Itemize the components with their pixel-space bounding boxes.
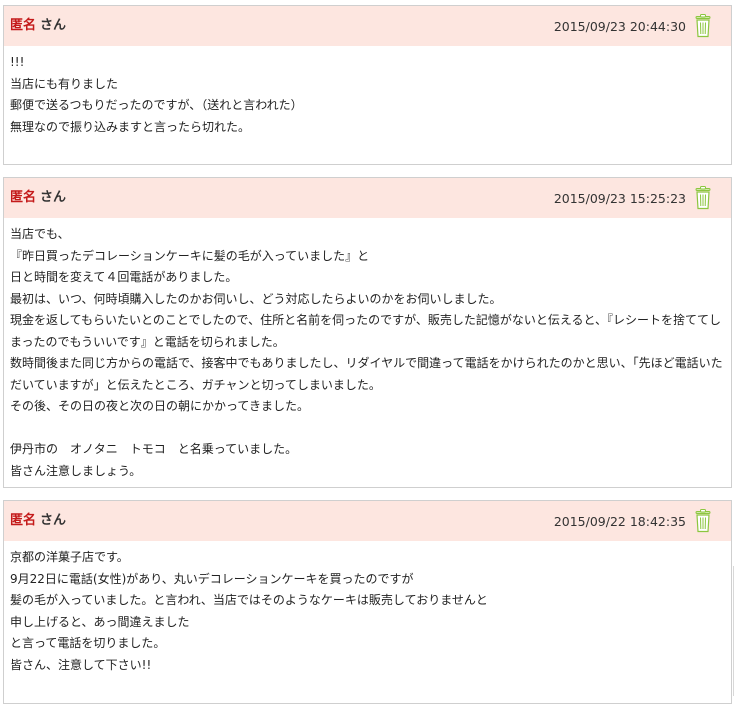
post-header: 匿名 さん 2015/09/22 18:42:35 <box>4 501 731 541</box>
author-suffix: さん <box>40 513 67 528</box>
post-line: 『昨日買ったデコレーションケーキに髪の毛が入っていました』と <box>10 248 370 263</box>
author-suffix: さん <box>40 190 67 205</box>
author-label: 匿名 さん <box>10 17 66 35</box>
post-line: 郵便で送るつもりだったのですが、（送れと言われた） <box>10 98 303 112</box>
post-line: 無理なので振り込みますと言ったら切れた。 <box>10 119 251 134</box>
post-line-blank <box>10 418 725 440</box>
post-line: 皆さん注意しましょう。 <box>10 463 142 478</box>
post-line: 最初は、いつ、何時頃購入したのかお伺いし、どう対応したらよいのかをお伺いしました… <box>10 291 502 306</box>
author-suffix: さん <box>40 18 67 33</box>
post-body: 京都の洋菓子店です。 9月22日に電話(女性)があり、丸いデコレーションケーキを… <box>4 541 731 684</box>
post-header: 匿名 さん 2015/09/23 15:25:23 <box>4 178 731 218</box>
post-line: 当店でも、 <box>10 227 70 241</box>
post-line: 9月22日に電話(女性)があり、丸いデコレーションケーキを買ったのですが <box>10 571 414 586</box>
post-line: 数時間後また同じ方からの電話で、接客中でもありましたし、リダイヤルで間違って電話… <box>10 356 723 392</box>
page-edge-divider <box>733 566 737 696</box>
post-timestamp: 2015/09/22 18:42:35 <box>553 514 686 529</box>
post-body: 当店でも、 『昨日買ったデコレーションケーキに髪の毛が入っていました』と 日と時… <box>4 218 731 490</box>
post-timestamp: 2015/09/23 15:25:23 <box>553 191 686 206</box>
post-line: 京都の洋菓子店です。 <box>10 550 129 564</box>
post-line: !!! <box>10 55 25 69</box>
author-label: 匿名 さん <box>10 512 66 530</box>
post-line: 現金を返してもらいたいとのことでしたので、住所と名前を伺ったのですが、販売した記… <box>10 313 722 349</box>
post-card: 匿名 さん 2015/09/23 15:25:23 当店でも、 『昨日買ったデコレ… <box>3 177 732 488</box>
post-line: 皆さん、注意して下さい!! <box>10 657 152 672</box>
post-line: 日と時間を変えて４回電話がありました。 <box>10 270 238 284</box>
author-name: 匿名 <box>10 190 37 205</box>
post-card: 匿名 さん 2015/09/23 20:44:30 !!! 当店にも有りました 郵… <box>3 5 732 165</box>
trash-icon[interactable] <box>693 14 713 38</box>
post-timestamp: 2015/09/23 20:44:30 <box>553 19 686 34</box>
author-name: 匿名 <box>10 513 37 528</box>
post-header: 匿名 さん 2015/09/23 20:44:30 <box>4 6 731 46</box>
post-line: 髪の毛が入っていました。と言われ、当店ではそのようなケーキは販売しておりませんと <box>10 593 488 607</box>
post-body: !!! 当店にも有りました 郵便で送るつもりだったのですが、（送れと言われた） … <box>4 46 731 146</box>
post-line: 当店にも有りました <box>10 76 119 91</box>
post-line: その後、その日の夜と次の日の朝にかかってきました。 <box>10 399 310 413</box>
author-label: 匿名 さん <box>10 189 66 207</box>
post-line: 申し上げると、あっ間違えました <box>10 614 190 629</box>
trash-icon[interactable] <box>693 509 713 533</box>
author-name: 匿名 <box>10 18 37 33</box>
post-line: 伊丹市の オノタニ トモコ と名乗っていました。 <box>10 442 298 456</box>
post-card: 匿名 さん 2015/09/22 18:42:35 京都の洋菓子店です。 9月22… <box>3 500 732 704</box>
post-line: と言って電話を切りました。 <box>10 636 166 650</box>
trash-icon[interactable] <box>693 186 713 210</box>
